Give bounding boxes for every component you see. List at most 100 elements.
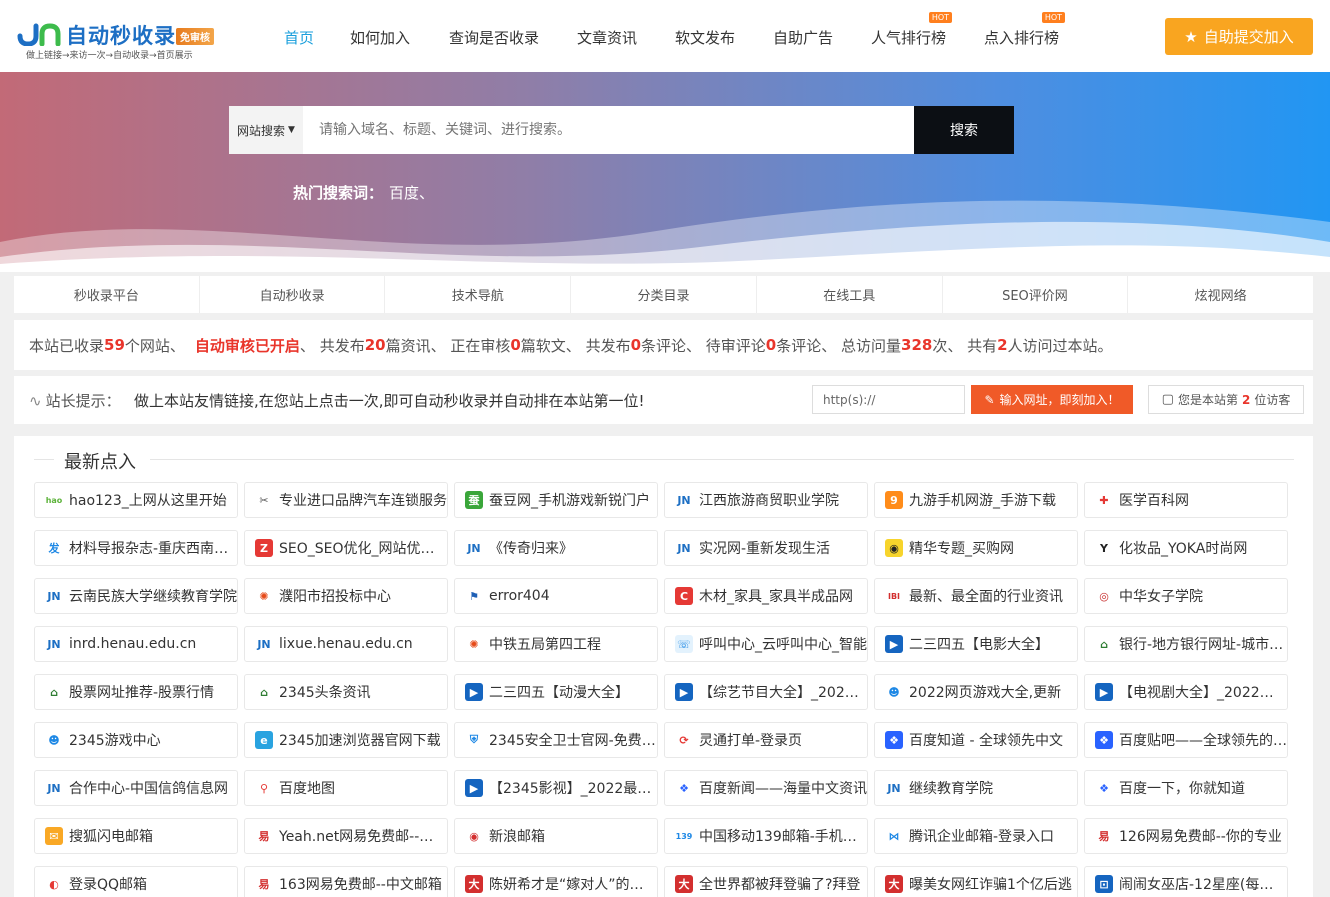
site-card[interactable]: JN 实况网-重新发现生活	[664, 530, 868, 566]
site-card[interactable]: 大全世界都被拜登骗了?拜登	[664, 866, 868, 897]
submit-site-button[interactable]: ★ 自助提交加入	[1165, 18, 1313, 55]
caret-down-icon: ▼	[288, 125, 295, 135]
site-card[interactable]: 大曝美女网红诈骗1个亿后逃	[874, 866, 1078, 897]
visitor-number: ▢ 您是本站第 2 位访客	[1148, 385, 1304, 414]
site-favicon-icon: 139	[675, 827, 693, 845]
site-card[interactable]: JN 继续教育学院	[874, 770, 1078, 806]
site-card[interactable]: ❖ 百度新闻——海量中文资讯	[664, 770, 868, 806]
site-name: 搜狐闪电邮箱	[69, 829, 153, 845]
site-logo[interactable]: 自动秒收录 免审核 做上链接→来访一次→自动收录→首页展示	[16, 20, 226, 61]
site-card[interactable]: ▶ 二三四五【动漫大全】	[454, 674, 658, 710]
site-favicon-icon: JN	[675, 539, 693, 557]
site-card[interactable]: ◐ 登录QQ邮箱	[34, 866, 238, 897]
site-card[interactable]: ✚ 医学百科网	[1084, 482, 1288, 518]
site-name: 2345游戏中心	[69, 733, 161, 749]
search-button[interactable]: 搜索	[914, 106, 1014, 154]
site-card[interactable]: ◉ 新浪邮箱	[454, 818, 658, 854]
site-card[interactable]: JN lixue.henau.edu.cn	[244, 626, 448, 662]
site-card[interactable]: e 2345加速浏览器官网下载	[244, 722, 448, 758]
site-card[interactable]: 9 九游手机网游_手游下载	[874, 482, 1078, 518]
search-input[interactable]	[303, 106, 914, 154]
site-favicon-icon: ⋈	[885, 827, 903, 845]
site-card[interactable]: JN inrd.henau.edu.cn	[34, 626, 238, 662]
site-favicon-icon: JN	[675, 491, 693, 509]
tab-category[interactable]: 秒收录平台	[14, 276, 200, 313]
site-card[interactable]: 139 中国移动139邮箱-手机邮箱	[664, 818, 868, 854]
site-card[interactable]: ⛨ 2345安全卫士官网-免费杀毒	[454, 722, 658, 758]
site-favicon-icon: ❖	[675, 779, 693, 797]
site-card[interactable]: ▶ 二三四五【电影大全】	[874, 626, 1078, 662]
site-favicon-icon: ✉	[45, 827, 63, 845]
search-type-select[interactable]: 网站搜索 ▼	[229, 106, 303, 154]
site-card[interactable]: ◎ 中华女子学院	[1084, 578, 1288, 614]
nav-item-popularity-ranking[interactable]: 人气排行榜 HOT	[871, 12, 953, 48]
tab-category[interactable]: 技术导航	[385, 276, 572, 313]
nav-item-soft-articles[interactable]: 软文发布	[675, 27, 735, 48]
site-card[interactable]: ▶ 【综艺节目大全】_2022综艺	[664, 674, 868, 710]
site-name: Yeah.net网易免费邮--中文	[279, 829, 447, 845]
site-card[interactable]: ⊡ 闹闹女巫店-12星座(每日运势)	[1084, 866, 1288, 897]
join-now-button[interactable]: ✎ 输入网址，即刻加入！	[971, 385, 1133, 414]
site-card[interactable]: JN 江西旅游商贸职业学院	[664, 482, 868, 518]
stats-auto-review: 自动审核已开启	[194, 336, 300, 355]
site-card[interactable]: ✉ 搜狐闪电邮箱	[34, 818, 238, 854]
site-favicon-icon: JN	[45, 779, 63, 797]
nav-item-self-ads[interactable]: 自助广告	[773, 27, 833, 48]
search-banner: 网站搜索 ▼ 搜索 热门搜索词：百度、	[0, 72, 1330, 272]
site-card[interactable]: ⚑ error404	[454, 578, 658, 614]
site-card[interactable]: Y 化妆品_YOKA时尚网	[1084, 530, 1288, 566]
nav-item-how-to-join[interactable]: 如何加入	[350, 27, 410, 48]
tab-category[interactable]: 炫视网络	[1128, 276, 1313, 313]
tab-category[interactable]: 在线工具	[757, 276, 943, 313]
nav-item-home[interactable]: 首页	[284, 27, 314, 48]
visitor-pre: 您是本站第	[1177, 393, 1238, 407]
site-card[interactable]: JN 合作中心-中国信鸽信息网	[34, 770, 238, 806]
site-card[interactable]: ☻ 2345游戏中心	[34, 722, 238, 758]
site-favicon-icon: ◎	[1095, 587, 1113, 605]
site-card[interactable]: hao hao123_上网从这里开始	[34, 482, 238, 518]
site-card[interactable]: 发材料导报杂志-重庆西南信息	[34, 530, 238, 566]
site-name: 百度知道 - 全球领先中文	[909, 733, 1063, 749]
site-card[interactable]: JN 《传奇归来》	[454, 530, 658, 566]
site-card[interactable]: C 木材_家具_家具半成品网	[664, 578, 868, 614]
site-card[interactable]: IBI 最新、最全面的行业资讯	[874, 578, 1078, 614]
site-card[interactable]: 易 126网易免费邮--你的专业	[1084, 818, 1288, 854]
site-card[interactable]: ⟳ 灵通打单-登录页	[664, 722, 868, 758]
site-card[interactable]: ❖ 百度一下，你就知道	[1084, 770, 1288, 806]
tab-category[interactable]: SEO评价网	[943, 276, 1129, 313]
section-divider	[34, 459, 1294, 460]
site-card[interactable]: ⌂ 银行-地方银行网址-城市银行	[1084, 626, 1288, 662]
site-card[interactable]: ❖ 百度贴吧——全球领先的中文	[1084, 722, 1288, 758]
site-card[interactable]: ◉ 精华专题_买购网	[874, 530, 1078, 566]
site-card[interactable]: ▶ 【2345影视】_2022最新电影	[454, 770, 658, 806]
tab-category[interactable]: 自动秒收录	[200, 276, 386, 313]
site-card[interactable]: 大陈妍希才是“嫁对人”的女星	[454, 866, 658, 897]
site-card[interactable]: 易 163网易免费邮--中文邮箱	[244, 866, 448, 897]
webmaster-tip: ∿ 站长提示： 做上本站友情链接,在您站上点击一次,即可自动秒收录并自动排在本站…	[14, 376, 1313, 424]
site-card[interactable]: ✂ 专业进口品牌汽车连锁服务	[244, 482, 448, 518]
pencil-icon: ✎	[984, 392, 995, 407]
site-card[interactable]: ⚲ 百度地图	[244, 770, 448, 806]
nav-item-click-ranking[interactable]: 点入排行榜 HOT	[984, 12, 1066, 48]
site-card[interactable]: 易 Yeah.net网易免费邮--中文	[244, 818, 448, 854]
site-stats: 本站已收录 59 个网站、 自动审核已开启 、 共发布 20 篇资讯、 正在审核…	[14, 320, 1313, 370]
url-input[interactable]: http(s)://	[812, 385, 965, 414]
site-card[interactable]: ✺ 濮阳市招投标中心	[244, 578, 448, 614]
site-name: 专业进口品牌汽车连锁服务	[279, 493, 447, 509]
site-card[interactable]: ✺ 中铁五局第四工程	[454, 626, 658, 662]
nav-item-articles[interactable]: 文章资讯	[577, 27, 637, 48]
site-card[interactable]: ☏ 呼叫中心_云呼叫中心_智能	[664, 626, 868, 662]
site-card[interactable]: ⌂ 2345头条资讯	[244, 674, 448, 710]
site-card[interactable]: Z SEO_SEO优化_网站优化公司	[244, 530, 448, 566]
tab-category[interactable]: 分类目录	[571, 276, 757, 313]
site-card[interactable]: ▶ 【电视剧大全】_2022电视剧	[1084, 674, 1288, 710]
site-favicon-icon: ▶	[1095, 683, 1113, 701]
site-card[interactable]: ☻ 2022网页游戏大全,更新	[874, 674, 1078, 710]
site-card[interactable]: ❖ 百度知道 - 全球领先中文	[874, 722, 1078, 758]
nav-item-check-indexed[interactable]: 查询是否收录	[449, 27, 539, 48]
site-card[interactable]: ⌂ 股票网址推荐-股票行情	[34, 674, 238, 710]
site-card[interactable]: JN 云南民族大学继续教育学院	[34, 578, 238, 614]
site-favicon-icon: ❖	[885, 731, 903, 749]
site-card[interactable]: ⋈ 腾讯企业邮箱-登录入口	[874, 818, 1078, 854]
site-card[interactable]: 蚕蚕豆网_手机游戏新锐门户	[454, 482, 658, 518]
